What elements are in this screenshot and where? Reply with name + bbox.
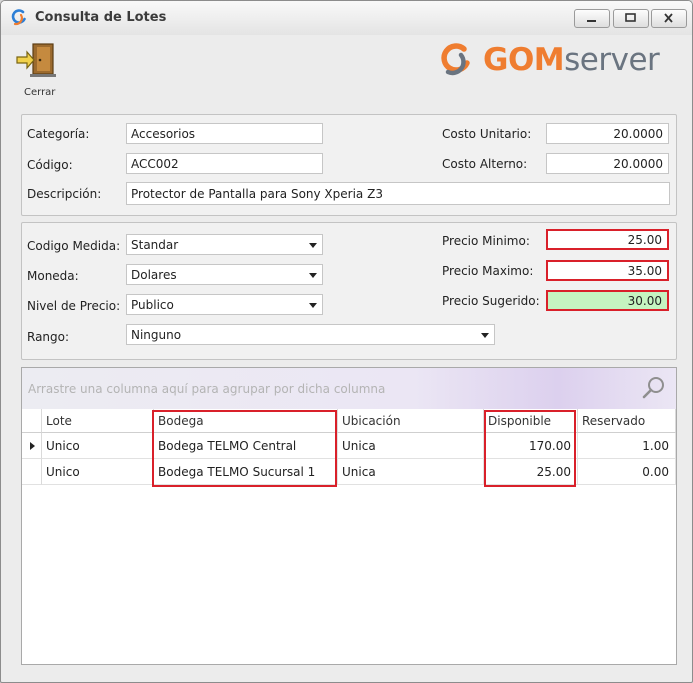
table-cell-reservado[interactable]: 0.00 [578,459,676,485]
maximize-button[interactable] [613,9,649,28]
chevron-down-icon [309,273,317,278]
precio-minimo-field[interactable]: 25.00 [546,229,669,250]
codigo-label: Código: [27,158,73,172]
column-header-ubicacion[interactable]: Ubicación [338,409,484,433]
nivel-precio-label: Nivel de Precio: [27,299,121,313]
table-cell-bodega[interactable]: Bodega TELMO Central [154,433,338,459]
group-by-hint: Arrastre una columna aquí para agrupar p… [28,382,386,396]
close-icon [664,13,673,23]
title-bar[interactable]: Consulta de Lotes [1,1,692,35]
costo-unitario-label: Costo Unitario: [442,127,532,141]
categoria-field[interactable]: Accesorios [126,123,323,144]
window-title: Consulta de Lotes [35,10,167,25]
table-cell-ubicacion[interactable]: Unica [338,433,484,459]
costo-alterno-label: Costo Alterno: [442,157,528,171]
moneda-value: Dolares [131,268,177,282]
group-by-panel[interactable]: Arrastre una columna aquí para agrupar p… [22,368,676,410]
codigo-field[interactable]: ACC002 [126,153,323,174]
precio-minimo-label: Precio Minimo: [442,234,530,248]
column-header-reservado[interactable]: Reservado [578,409,676,433]
precio-maximo-label: Precio Maximo: [442,264,534,278]
descripcion-field[interactable]: Protector de Pantalla para Sony Xperia Z… [126,182,670,205]
pricing-panel: Codigo Medida: Standar Moneda: Dolares N… [21,222,677,360]
column-header-disponible[interactable]: Disponible [484,409,578,433]
current-row-arrow-icon [30,442,35,450]
costo-unitario-field[interactable]: 20.0000 [546,123,669,144]
rango-select[interactable]: Ninguno [126,324,495,345]
cerrar-label: Cerrar [24,87,56,98]
lots-grid: Arrastre una columna aquí para agrupar p… [21,367,677,665]
column-header-bodega[interactable]: Bodega [154,409,338,433]
product-info-panel: Categoría: Accesorios Código: ACC002 Des… [21,114,677,216]
logo-text-server: server [564,42,660,78]
table-cell-lote[interactable]: Unico [42,459,154,485]
descripcion-label: Descripción: [27,187,102,201]
table-cell-disponible[interactable]: 25.00 [484,459,578,485]
chevron-down-icon [309,303,317,308]
search-icon[interactable] [642,376,666,400]
moneda-select[interactable]: Dolares [126,264,323,285]
rango-value: Ninguno [131,328,182,342]
rango-label: Rango: [27,330,70,344]
table-cell-reservado[interactable]: 1.00 [578,433,676,459]
codigo-medida-label: Codigo Medida: [27,239,121,253]
column-header-lote[interactable]: Lote [42,409,154,433]
precio-maximo-field[interactable]: 35.00 [546,260,669,281]
table-cell-lote[interactable]: Unico [42,433,154,459]
chevron-down-icon [309,243,317,248]
close-window-button[interactable] [651,9,687,28]
row-indicator[interactable] [22,459,42,485]
exit-door-icon [16,43,56,77]
precio-sugerido-label: Precio Sugerido: [442,294,540,308]
table-cell-bodega[interactable]: Bodega TELMO Sucursal 1 [154,459,338,485]
gomserver-logo: GOMserver [437,41,677,81]
categoria-label: Categoría: [27,127,90,141]
nivel-precio-select[interactable]: Publico [126,294,323,315]
minimize-button[interactable] [574,9,610,28]
chevron-down-icon [481,333,489,338]
row-indicator-header [22,409,42,433]
codigo-medida-value: Standar [131,238,179,252]
app-logo-icon [11,9,26,26]
costo-alterno-field[interactable]: 20.0000 [546,153,669,174]
consulta-lotes-window: Consulta de Lotes Cerrar GOMserver Categ… [0,0,693,683]
table-cell-ubicacion[interactable]: Unica [338,459,484,485]
logo-text-gom: GOM [483,42,565,78]
minimize-icon [587,20,596,22]
precio-sugerido-field[interactable]: 30.00 [546,290,669,311]
cerrar-button[interactable]: Cerrar [15,41,65,103]
nivel-precio-value: Publico [131,298,174,312]
codigo-medida-select[interactable]: Standar [126,234,323,255]
table-cell-disponible[interactable]: 170.00 [484,433,578,459]
maximize-icon [625,13,636,22]
row-indicator[interactable] [22,433,42,459]
gomserver-logo-icon [441,43,470,76]
moneda-label: Moneda: [27,269,79,283]
